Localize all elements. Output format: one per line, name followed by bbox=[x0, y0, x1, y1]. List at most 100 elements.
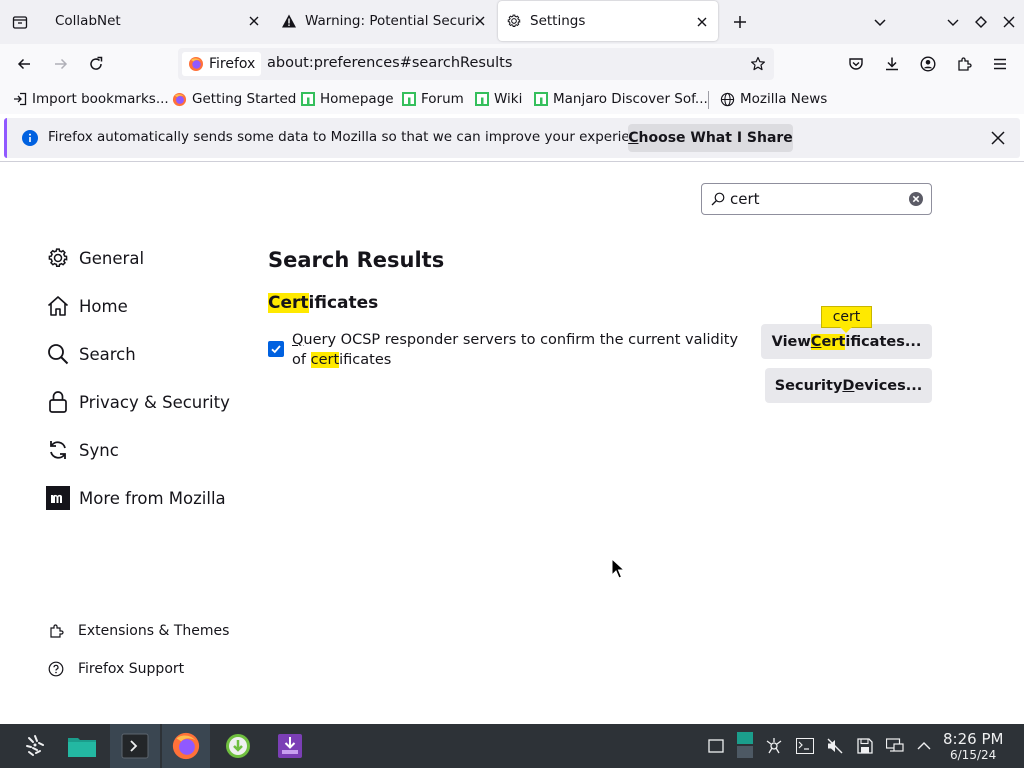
app-menu-button[interactable] bbox=[988, 52, 1012, 76]
highlight-rest: ert bbox=[821, 333, 846, 350]
checkmark-icon bbox=[271, 345, 281, 354]
close-tab-icon[interactable] bbox=[246, 13, 262, 29]
category-search[interactable]: Search bbox=[46, 341, 136, 367]
close-tab-icon[interactable] bbox=[472, 13, 488, 29]
help-icon bbox=[47, 660, 65, 678]
site-identity-button[interactable]: Firefox bbox=[182, 52, 262, 76]
bookmark-label: Wiki bbox=[494, 91, 523, 107]
globe-icon bbox=[720, 92, 735, 107]
bookmark-forum[interactable]: Forum bbox=[401, 89, 464, 109]
clock-time[interactable]: 8:26 PM bbox=[943, 730, 1003, 748]
puzzle-icon bbox=[958, 57, 972, 71]
account-icon bbox=[920, 56, 936, 72]
back-arrow-icon bbox=[17, 58, 30, 70]
tab-collabnet[interactable]: CollabNet bbox=[46, 0, 270, 42]
software-update-button[interactable] bbox=[216, 724, 260, 768]
tab-warning[interactable]: Warning: Potential Security Risk Ahead bbox=[272, 0, 496, 42]
bookmark-getting-started[interactable]: Getting Started bbox=[172, 89, 296, 109]
reload-button[interactable] bbox=[84, 52, 108, 76]
category-label: Privacy & Security bbox=[79, 392, 230, 412]
search-tooltip: cert bbox=[821, 306, 872, 328]
label-text-rest: ificates bbox=[339, 352, 392, 368]
clear-search-icon[interactable] bbox=[908, 191, 924, 207]
close-window-button[interactable] bbox=[999, 12, 1019, 32]
account-button[interactable] bbox=[916, 52, 940, 76]
category-label: Search bbox=[79, 344, 136, 364]
forward-button[interactable] bbox=[49, 52, 73, 76]
maximize-button[interactable] bbox=[971, 12, 991, 32]
category-more-from-mozilla[interactable]: More from Mozilla bbox=[46, 485, 226, 511]
chevron-up-icon[interactable] bbox=[915, 737, 933, 755]
category-privacy-security[interactable]: Privacy & Security bbox=[46, 389, 230, 415]
tab-label: Warning: Potential Security Risk Ahead bbox=[305, 13, 475, 29]
bookmark-import[interactable]: Import bookmarks... bbox=[12, 89, 169, 109]
downloads-button[interactable] bbox=[880, 52, 904, 76]
network-icon[interactable] bbox=[765, 737, 783, 755]
home-icon bbox=[46, 294, 70, 318]
category-sync[interactable]: Sync bbox=[46, 437, 119, 463]
category-label: General bbox=[79, 248, 145, 268]
firefox-support-link[interactable]: Firefox Support bbox=[47, 659, 184, 679]
firefox-taskbar-button[interactable] bbox=[162, 724, 210, 768]
choose-what-i-share-button[interactable]: Choose What I Share bbox=[628, 124, 793, 152]
button-prefix: Security bbox=[774, 377, 843, 394]
tab-settings[interactable]: Settings bbox=[498, 1, 718, 41]
bookmark-mozilla-news[interactable]: Mozilla News bbox=[720, 89, 827, 109]
update-icon bbox=[226, 734, 250, 758]
download-icon bbox=[886, 57, 898, 71]
file-manager-button[interactable] bbox=[60, 724, 104, 768]
bookmark-manjaro-discover[interactable]: Manjaro Discover Sof... bbox=[533, 89, 708, 109]
firefox-icon bbox=[172, 732, 200, 760]
terminal-button[interactable] bbox=[110, 724, 160, 768]
search-highlight: Cert bbox=[810, 333, 846, 350]
bookmark-wiki[interactable]: Wiki bbox=[474, 89, 522, 109]
list-all-tabs-button[interactable] bbox=[870, 12, 890, 32]
mouse-cursor-icon bbox=[611, 558, 625, 579]
category-label: Sync bbox=[79, 440, 119, 460]
display-icon[interactable] bbox=[886, 737, 904, 755]
close-tab-icon[interactable] bbox=[694, 14, 710, 30]
close-notification-icon[interactable] bbox=[989, 129, 1007, 147]
tab-label: CollabNet bbox=[55, 13, 121, 29]
button-suffix: ificates... bbox=[845, 333, 922, 350]
url-text[interactable]: about:preferences#searchResults bbox=[267, 55, 512, 71]
bookmark-homepage[interactable]: Homepage bbox=[300, 89, 394, 109]
package-installer-button[interactable] bbox=[268, 724, 312, 768]
volume-muted-icon[interactable] bbox=[826, 737, 844, 755]
search-value[interactable]: cert bbox=[730, 190, 760, 208]
settings-search-input[interactable]: cert bbox=[701, 183, 932, 215]
extensions-button[interactable] bbox=[952, 52, 976, 76]
sync-icon bbox=[46, 438, 70, 462]
disk-icon[interactable] bbox=[856, 737, 874, 755]
maximize-icon bbox=[975, 16, 987, 28]
button-mnemonic: C bbox=[628, 130, 639, 146]
minimize-button[interactable] bbox=[943, 12, 963, 32]
tab-list-button[interactable] bbox=[8, 10, 32, 34]
pocket-button[interactable] bbox=[844, 52, 868, 76]
ocsp-checkbox-label[interactable]: Query OCSP responder servers to confirm … bbox=[292, 330, 752, 370]
clock-date[interactable]: 6/15/24 bbox=[950, 748, 996, 762]
bookmark-label: Getting Started bbox=[192, 91, 297, 107]
pager-icon[interactable] bbox=[736, 732, 754, 760]
new-tab-button[interactable] bbox=[728, 10, 752, 34]
search-tooltip-arrow bbox=[840, 327, 852, 333]
extensions-themes-link[interactable]: Extensions & Themes bbox=[47, 621, 229, 641]
bookmark-label: Import bookmarks... bbox=[32, 91, 169, 107]
application-launcher-button[interactable] bbox=[12, 724, 56, 768]
plus-icon bbox=[734, 16, 746, 28]
back-button[interactable] bbox=[12, 52, 36, 76]
ocsp-checkbox[interactable] bbox=[268, 341, 284, 357]
category-home[interactable]: Home bbox=[46, 293, 128, 319]
search-icon bbox=[711, 192, 725, 206]
show-desktop-icon[interactable] bbox=[707, 737, 725, 755]
button-mnemonic: D bbox=[842, 377, 855, 394]
lock-icon bbox=[46, 390, 70, 414]
url-bar[interactable]: Firefox about:preferences#searchResults bbox=[178, 48, 774, 80]
puzzle-icon bbox=[47, 622, 65, 640]
security-devices-button[interactable]: Security Devices... bbox=[765, 368, 932, 403]
footer-link-label: Extensions & Themes bbox=[78, 623, 230, 639]
konsole-tray-icon[interactable] bbox=[796, 737, 814, 755]
category-general[interactable]: General bbox=[46, 245, 144, 271]
bookmark-star-button[interactable] bbox=[748, 54, 768, 74]
identity-label: Firefox bbox=[209, 56, 256, 72]
